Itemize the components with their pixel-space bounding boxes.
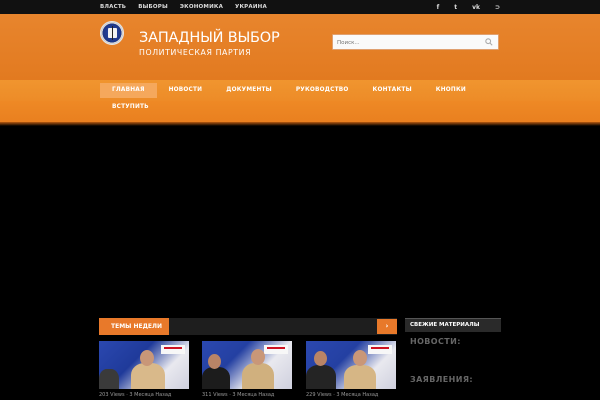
widget-title: ТЕМЫ НЕДЕЛИ (99, 318, 169, 335)
social-links: f t vk ⊃ (437, 0, 500, 14)
sidebar-category-novosti[interactable]: НОВОСТИ: (410, 337, 461, 346)
top-nav-link-ukraina[interactable]: УКРАИНА (235, 4, 267, 10)
menu-item-novosti[interactable]: НОВОСТИ (157, 83, 215, 98)
post-thumbnail[interactable] (99, 341, 189, 389)
vk-icon[interactable]: vk (472, 4, 480, 11)
rss-icon[interactable]: ⊃ (495, 4, 500, 11)
post-thumbnail[interactable] (202, 341, 292, 389)
party-logo-icon[interactable] (100, 21, 124, 45)
search-box (332, 34, 499, 50)
twitter-icon[interactable]: t (454, 4, 457, 11)
site-title[interactable]: ЗАПАДНЫЙ ВЫБОР (139, 30, 280, 46)
menu-item-kontakty[interactable]: КОНТАКТЫ (361, 83, 424, 98)
menu-item-knopki[interactable]: КНОПКИ (424, 83, 478, 98)
site-header (0, 14, 600, 80)
site-subtitle: ПОЛИТИЧЕСКАЯ ПАРТИЯ (139, 48, 252, 57)
menu-item-glavnaya[interactable]: ГЛАВНАЯ (100, 83, 157, 98)
post-meta: 229 Views · 3 Месяца Назад (306, 392, 379, 398)
main-menu: ГЛАВНАЯ НОВОСТИ ДОКУМЕНТЫ РУКОВОДСТВО КО… (100, 83, 500, 115)
menu-item-dokumenty[interactable]: ДОКУМЕНТЫ (214, 83, 284, 98)
sidebar-category-zayavleniya[interactable]: ЗАЯВЛЕНИЯ: (410, 375, 473, 384)
post-meta: 203 Views · 3 Месяца Назад (99, 392, 172, 398)
top-nav: ВЛАСТЬ ВЫБОРЫ ЭКОНОМИКА УКРАИНА (100, 0, 267, 14)
top-nav-link-vlast[interactable]: ВЛАСТЬ (100, 4, 126, 10)
menu-item-vstupit[interactable]: ВСТУПИТЬ (100, 100, 161, 115)
top-nav-link-ekonomika[interactable]: ЭКОНОМИКА (180, 4, 223, 10)
next-arrow-button[interactable]: › (377, 319, 397, 334)
menu-item-rukovodstvo[interactable]: РУКОВОДСТВО (284, 83, 361, 98)
sidebar-heading: СВЕЖИЕ МАТЕРИАЛЫ (405, 319, 501, 332)
facebook-icon[interactable]: f (437, 4, 440, 11)
top-bar (0, 0, 600, 14)
search-icon[interactable] (485, 38, 493, 46)
menu-bar-shadow (0, 122, 600, 126)
search-input[interactable] (337, 37, 477, 48)
top-nav-link-vybory[interactable]: ВЫБОРЫ (138, 4, 168, 10)
post-thumbnail[interactable] (306, 341, 396, 389)
post-meta: 311 Views · 3 Месяца Назад (202, 392, 275, 398)
